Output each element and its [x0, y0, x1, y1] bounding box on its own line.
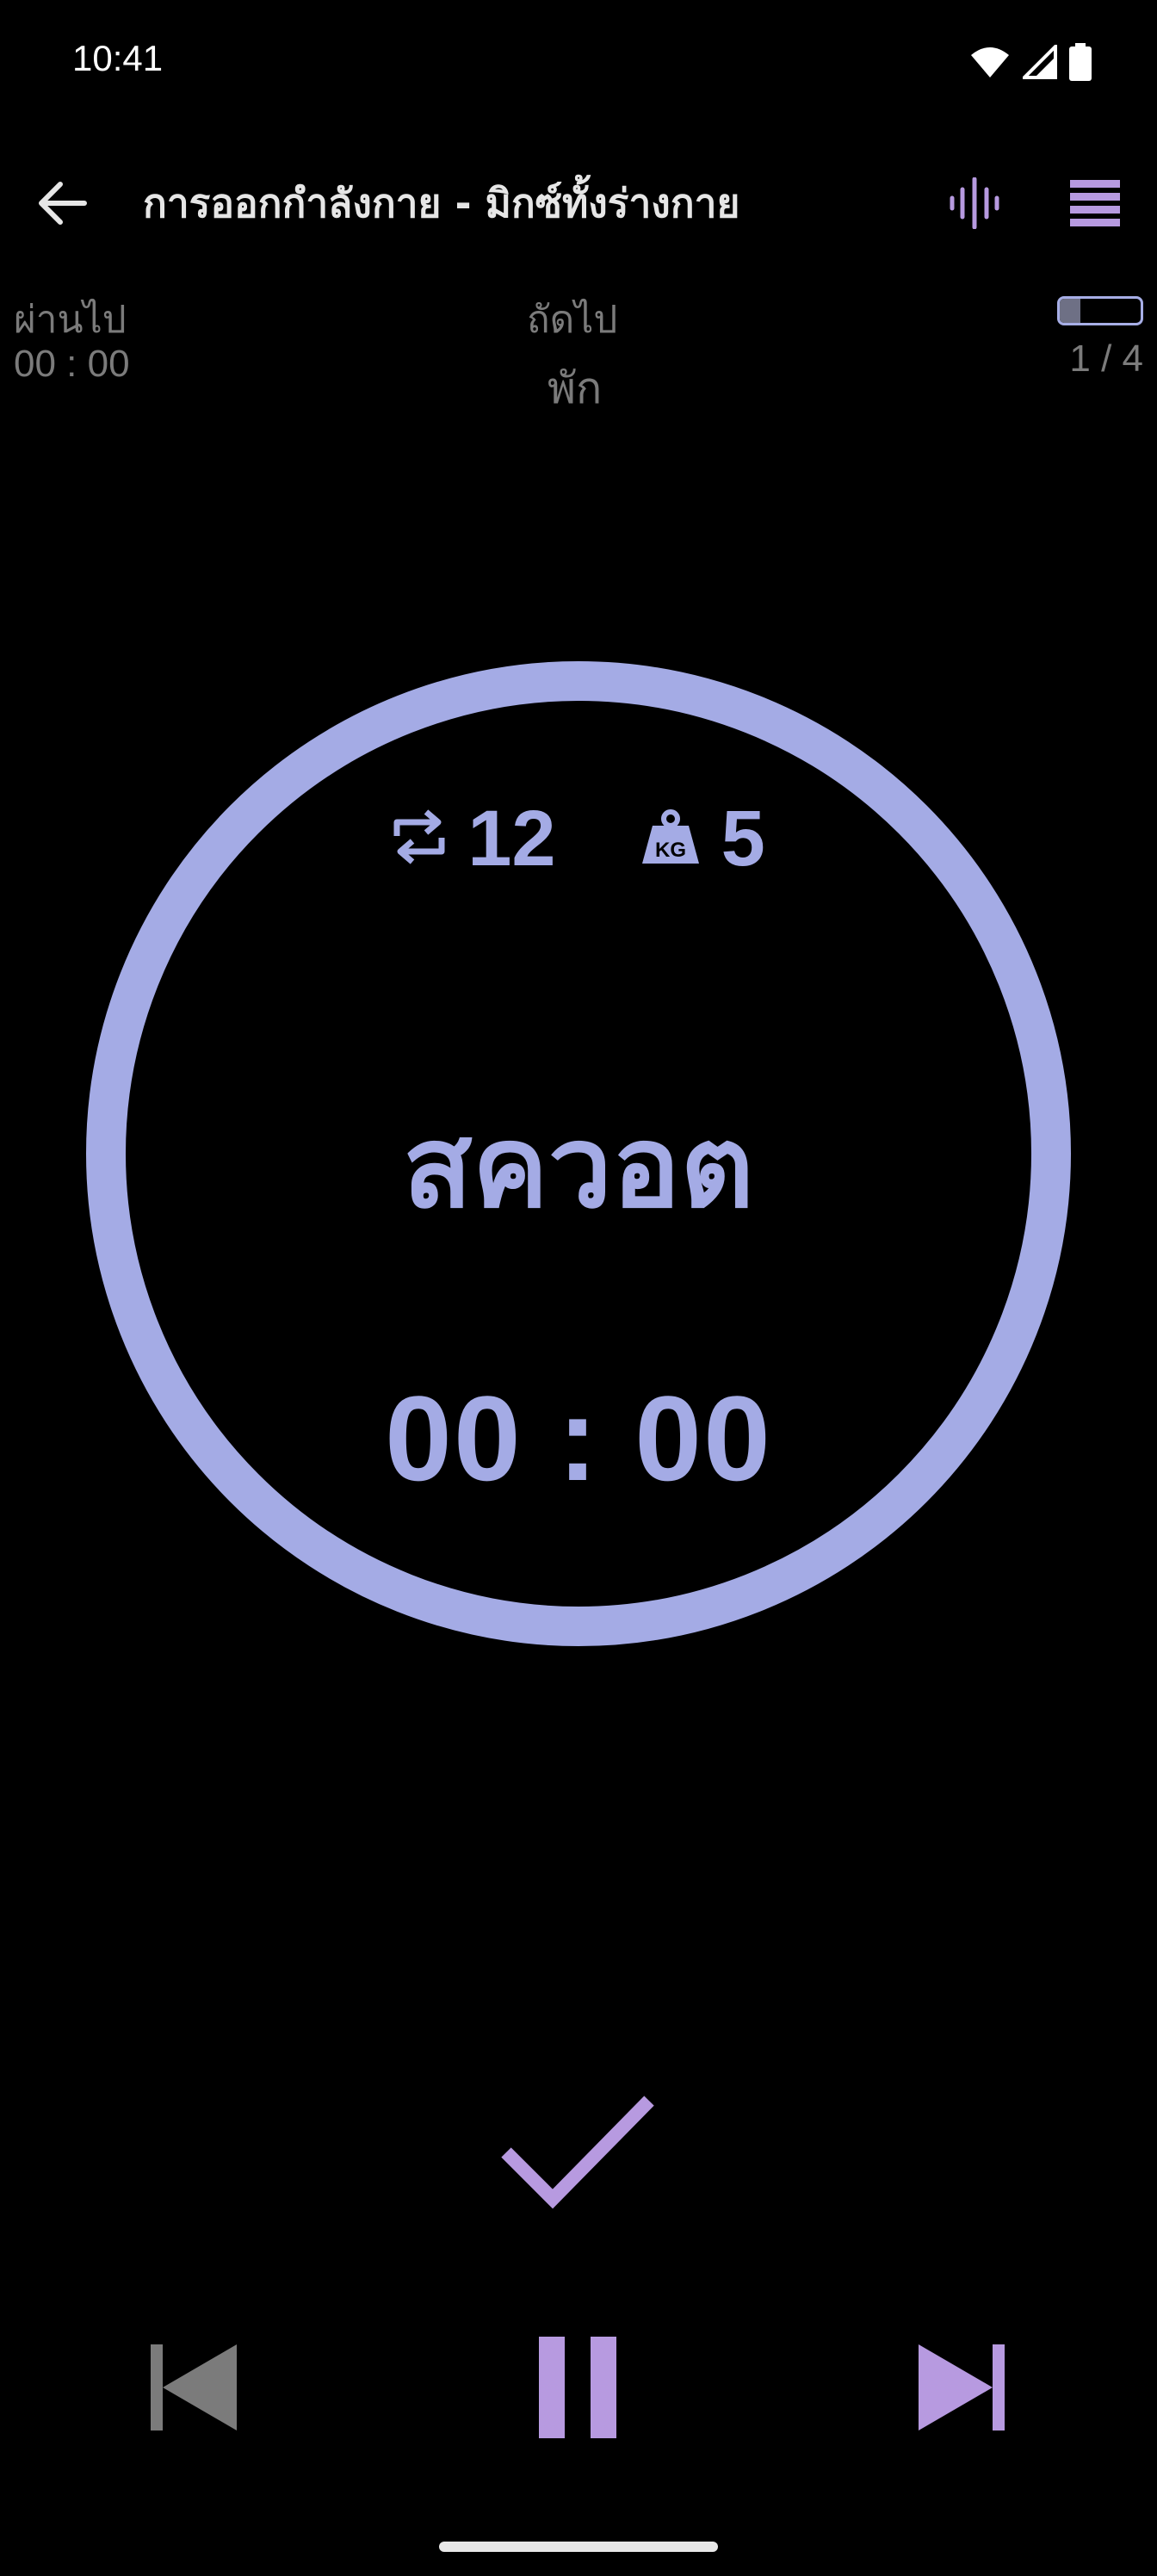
arrow-left-icon	[36, 181, 88, 229]
page-title: การออกกำลังกาย - มิกซ์ทั้งร่างกาย	[143, 180, 740, 226]
next-exercise: พัก	[548, 363, 603, 413]
elapsed-label: ผ่านไป	[14, 298, 127, 342]
exercise-timer: 00 : 00	[385, 1371, 772, 1506]
battery-icon	[1069, 43, 1092, 84]
menu-button[interactable]	[1059, 169, 1131, 241]
status-icons	[969, 42, 1092, 84]
menu-icon	[1070, 180, 1120, 230]
previous-button[interactable]	[138, 2333, 250, 2445]
audio-button[interactable]	[938, 169, 1011, 241]
signal-icon	[1020, 42, 1057, 83]
wifi-icon	[969, 45, 1011, 83]
weight-icon: KG	[640, 808, 701, 869]
status-time: 10:41	[72, 38, 164, 78]
checkmark-icon	[499, 2090, 658, 2214]
home-indicator[interactable]	[439, 2542, 718, 2552]
next-button[interactable]	[906, 2333, 1018, 2445]
pause-icon	[539, 2337, 618, 2442]
exercise-stats: 12 KG 5	[0, 799, 1157, 878]
back-button[interactable]	[26, 169, 98, 241]
svg-text:KG: KG	[655, 839, 686, 862]
next-label: ถัดไป	[527, 298, 618, 342]
reps-count: 12	[467, 795, 556, 882]
progress-fill	[1060, 299, 1080, 323]
skip-previous-icon	[149, 2343, 238, 2436]
pause-button[interactable]	[522, 2325, 635, 2454]
weight-value: 5	[721, 795, 765, 882]
skip-next-icon	[917, 2343, 1006, 2436]
workout-progress-bar	[1057, 296, 1143, 325]
elapsed-time: 00 : 00	[14, 343, 130, 385]
exercise-name: สควอต	[403, 1101, 754, 1234]
done-button[interactable]	[496, 2075, 661, 2230]
progress-count: 1 / 4	[1069, 337, 1143, 380]
audio-waveform-icon	[949, 176, 1000, 232]
repeat-icon	[392, 807, 447, 870]
